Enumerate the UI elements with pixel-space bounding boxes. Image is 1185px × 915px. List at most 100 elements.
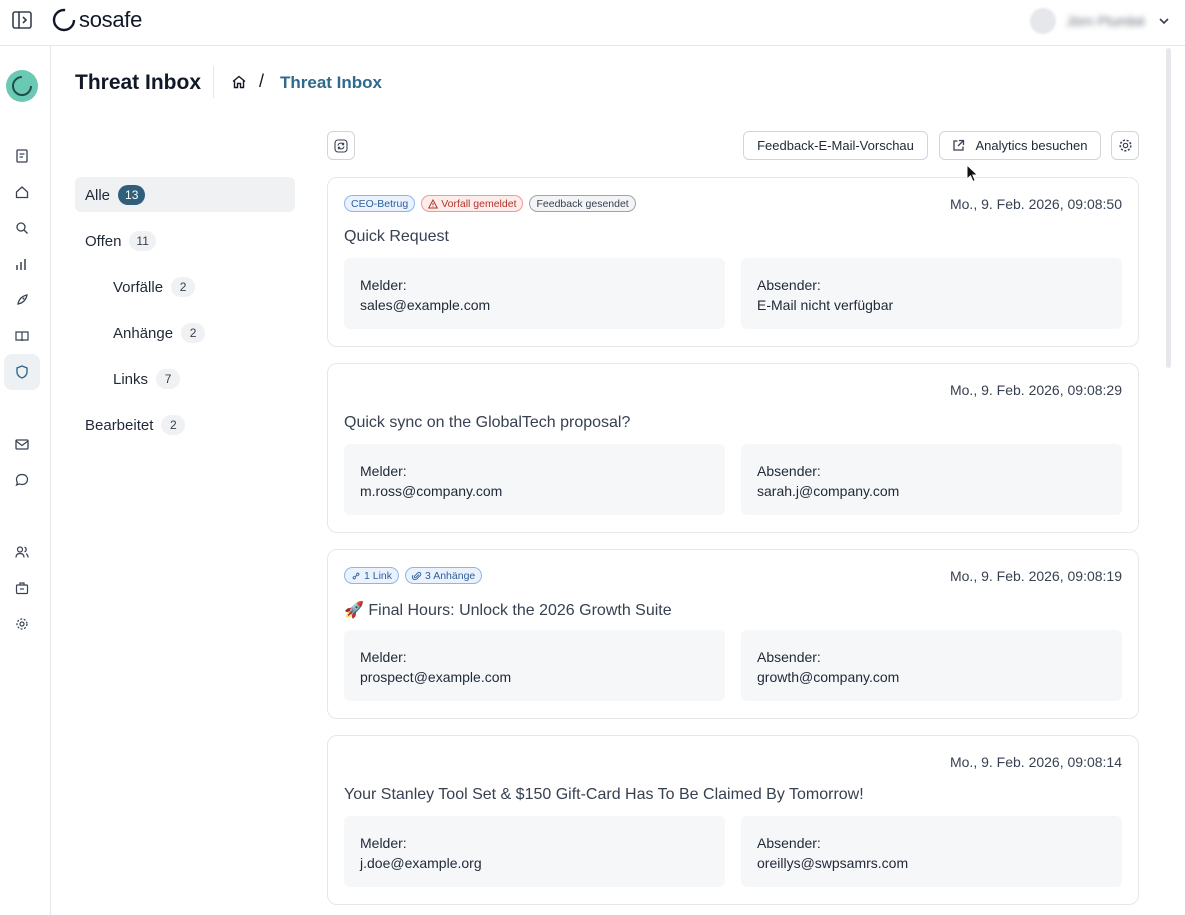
tag-ceo-fraud: CEO-Betrug xyxy=(344,195,416,212)
sidebar-toggle-icon[interactable] xyxy=(12,11,32,29)
sender-label: Absender: xyxy=(757,835,821,851)
rocket-icon[interactable] xyxy=(13,291,31,309)
filter-alle[interactable]: Alle 13 xyxy=(85,185,146,205)
tag-list: CEO-Betrug Vorfall gemeldet Feedback ges… xyxy=(344,195,636,212)
users-icon[interactable] xyxy=(13,543,31,561)
filter-vorfaelle[interactable]: Vorfälle 2 xyxy=(113,277,196,297)
card-subject: 🚀 Final Hours: Unlock the 2026 Growth Su… xyxy=(344,602,672,619)
reports-icon[interactable] xyxy=(13,147,31,165)
filter-count: 2 xyxy=(161,415,186,435)
mail-icon[interactable] xyxy=(13,435,31,453)
sender-label: Absender: xyxy=(757,463,821,479)
sender-value: growth@company.com xyxy=(757,669,900,685)
reporter-label: Melder: xyxy=(360,649,407,665)
reporter-value: sales@example.com xyxy=(360,297,491,313)
link-icon xyxy=(352,572,360,579)
analytics-button[interactable]: Analytics besuchen xyxy=(939,131,1101,160)
filter-bearbeitet[interactable]: Bearbeitet 2 xyxy=(85,415,186,435)
card-subject: Your Stanley Tool Set & $150 Gift-Card H… xyxy=(344,786,864,803)
filter-label: Offen xyxy=(85,232,122,250)
card-date: Mo., 9. Feb. 2026, 09:08:14 xyxy=(949,754,1122,770)
tag-incident-reported: Vorfall gemeldet xyxy=(421,195,524,212)
filter-offen[interactable]: Offen 11 xyxy=(85,231,156,251)
tag-label: Vorfall gemeldet xyxy=(441,197,517,210)
scrollbar[interactable] xyxy=(1166,48,1171,368)
shield-icon[interactable] xyxy=(13,363,31,381)
left-rail xyxy=(0,46,51,915)
sender-box: Absender: growth@company.com xyxy=(741,630,1122,701)
report-card[interactable]: 1 Link 3 Anhänge Mo., 9. Feb. 2026, 09:0… xyxy=(327,549,1139,719)
sender-value: E-Mail nicht verfügbar xyxy=(757,297,894,313)
breadcrumb-current: Threat Inbox xyxy=(280,73,383,92)
tag-label: 3 Anhänge xyxy=(425,569,476,582)
paperclip-icon xyxy=(412,571,422,580)
logo-mark-icon xyxy=(52,8,76,32)
card-subject: Quick sync on the GlobalTech proposal? xyxy=(344,414,631,431)
filter-label: Alle xyxy=(85,186,111,204)
report-card[interactable]: Mo., 9. Feb. 2026, 09:08:14 Your Stanley… xyxy=(327,735,1139,905)
sender-value: oreillys@swpsamrs.com xyxy=(757,855,909,871)
filter-label: Anhänge xyxy=(113,324,174,342)
reporter-box: Melder: sales@example.com xyxy=(344,258,725,329)
logo-text: sosafe xyxy=(79,7,143,32)
analytics-icon[interactable] xyxy=(13,255,31,273)
warning-icon xyxy=(428,198,439,208)
refresh-button[interactable] xyxy=(327,131,355,160)
workspace-icon[interactable] xyxy=(6,70,38,102)
sosafe-logo[interactable]: sosafe xyxy=(52,7,142,33)
tag-links: 1 Link xyxy=(344,567,400,584)
filter-count: 7 xyxy=(156,369,181,389)
filter-count: 2 xyxy=(181,323,206,343)
home-icon[interactable] xyxy=(13,183,31,201)
gear-icon xyxy=(1118,139,1132,152)
user-name: Jörn Plumbé xyxy=(1066,13,1145,29)
sender-box: Absender: oreillys@swpsamrs.com xyxy=(741,816,1122,887)
external-link-icon xyxy=(953,139,965,151)
feedback-preview-button[interactable]: Feedback-E-Mail-Vorschau xyxy=(743,131,928,160)
report-card[interactable]: Mo., 9. Feb. 2026, 09:08:29 Quick sync o… xyxy=(327,363,1139,533)
card-date: Mo., 9. Feb. 2026, 09:08:50 xyxy=(949,196,1122,212)
card-date: Mo., 9. Feb. 2026, 09:08:19 xyxy=(949,568,1122,584)
home-icon[interactable] xyxy=(231,74,247,90)
filter-anhaenge[interactable]: Anhänge 2 xyxy=(113,323,206,343)
avatar xyxy=(1030,8,1057,34)
title-divider xyxy=(213,66,214,98)
reporter-value: m.ross@company.com xyxy=(360,483,503,499)
filter-count: 11 xyxy=(129,231,156,251)
sender-box: Absender: sarah.j@company.com xyxy=(741,444,1122,515)
tag-attachments: 3 Anhänge xyxy=(405,567,483,584)
filter-links[interactable]: Links 7 xyxy=(113,369,181,389)
reporter-box: Melder: j.doe@example.org xyxy=(344,816,725,887)
briefcase-icon[interactable] xyxy=(13,579,31,597)
reporter-value: prospect@example.com xyxy=(360,669,512,685)
tag-list: 1 Link 3 Anhänge xyxy=(344,567,483,584)
user-menu[interactable]: Jörn Plumbé xyxy=(1030,8,1171,34)
top-bar: sosafe Jörn Plumbé xyxy=(0,0,1185,46)
reporter-label: Melder: xyxy=(360,463,407,479)
search-icon[interactable] xyxy=(13,219,31,237)
reporter-label: Melder: xyxy=(360,277,407,293)
reporter-box: Melder: prospect@example.com xyxy=(344,630,725,701)
tag-label: 1 Link xyxy=(364,569,393,582)
settings-button[interactable] xyxy=(1111,131,1139,160)
gear-icon[interactable] xyxy=(13,615,31,633)
card-subject: Quick Request xyxy=(344,228,449,245)
filter-label: Vorfälle xyxy=(113,278,164,296)
tag-feedback-sent: Feedback gesendet xyxy=(529,195,636,212)
sender-box: Absender: E-Mail nicht verfügbar xyxy=(741,258,1122,329)
sender-value: sarah.j@company.com xyxy=(757,483,900,499)
page-title: Threat Inbox xyxy=(75,71,202,94)
filter-label: Links xyxy=(113,370,149,388)
chevron-down-icon[interactable] xyxy=(1157,14,1171,28)
reporter-label: Melder: xyxy=(360,835,407,851)
filter-count: 2 xyxy=(171,277,196,297)
breadcrumb-separator: / xyxy=(259,71,265,91)
report-card[interactable]: CEO-Betrug Vorfall gemeldet Feedback ges… xyxy=(327,177,1139,347)
filter-label: Bearbeitet xyxy=(85,416,154,434)
book-icon[interactable] xyxy=(13,327,31,345)
refresh-icon xyxy=(334,138,348,153)
chat-icon[interactable] xyxy=(13,471,31,489)
reporter-value: j.doe@example.org xyxy=(360,855,482,871)
mouse-cursor-icon xyxy=(966,164,979,183)
card-date: Mo., 9. Feb. 2026, 09:08:29 xyxy=(949,382,1122,398)
